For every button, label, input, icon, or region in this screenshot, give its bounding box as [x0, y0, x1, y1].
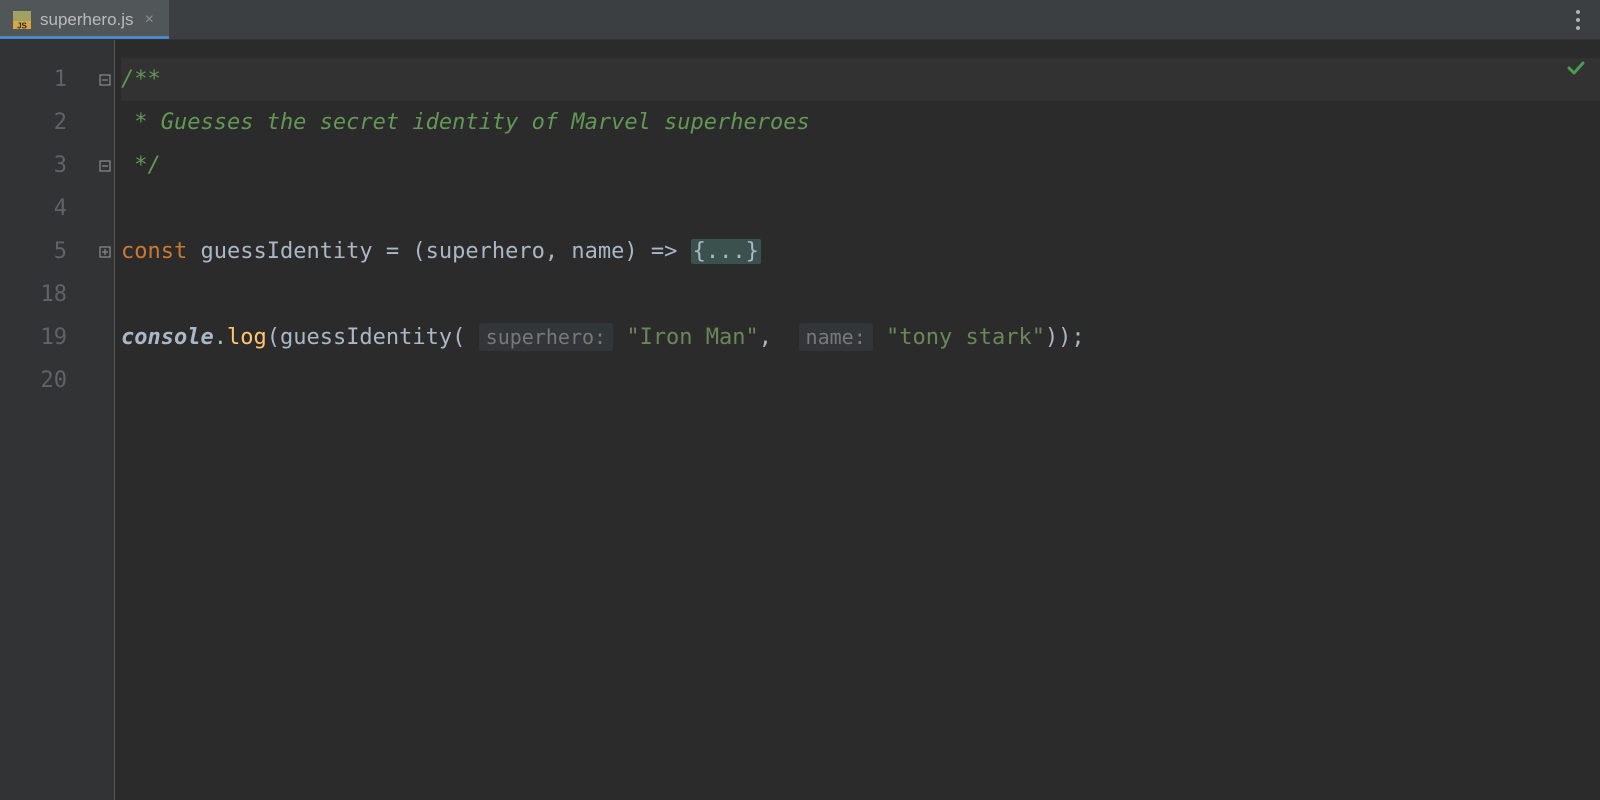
comment-text: /** — [121, 67, 161, 92]
param-hint: superhero: — [479, 323, 613, 351]
string-literal: "Iron Man" — [613, 325, 759, 350]
fold-collapse-icon[interactable] — [95, 58, 114, 101]
fold-gutter — [95, 40, 115, 800]
inspection-ok-icon[interactable] — [1566, 58, 1586, 84]
code-line: console.log(guessIdentity( superhero: "I… — [121, 316, 1600, 359]
operator: = — [386, 239, 413, 264]
code-line — [121, 359, 1600, 402]
line-number: 5 — [0, 230, 95, 273]
string-literal: "tony stark" — [873, 325, 1045, 350]
fold-spacer — [95, 187, 114, 230]
editor-pane: 1 2 3 4 5 18 19 20 /** * Guesses the sec… — [0, 40, 1600, 800]
line-number: 20 — [0, 359, 95, 402]
console-ref: console — [121, 325, 214, 350]
file-tab[interactable]: JS superhero.js × — [0, 0, 169, 39]
fold-expand-icon[interactable] — [95, 230, 114, 273]
param-hint: name: — [799, 323, 873, 351]
code-area[interactable]: /** * Guesses the secret identity of Mar… — [115, 40, 1600, 800]
tab-filename: superhero.js — [40, 10, 134, 30]
comment-text: * Guesses the secret identity of Marvel … — [121, 110, 810, 135]
call-close: )); — [1045, 325, 1085, 350]
line-number: 4 — [0, 187, 95, 230]
params: (superhero, name) — [412, 239, 650, 264]
code-line: * Guesses the secret identity of Marvel … — [121, 101, 1600, 144]
folded-region[interactable]: {...} — [691, 239, 761, 264]
line-number-gutter[interactable]: 1 2 3 4 5 18 19 20 — [0, 40, 95, 800]
line-number: 1 — [0, 58, 95, 101]
tab-bar: JS superhero.js × — [0, 0, 1600, 40]
method: log — [227, 325, 267, 350]
comment-text: */ — [121, 153, 161, 178]
code-line — [121, 273, 1600, 316]
js-file-icon: JS — [12, 10, 32, 30]
code-line: /** — [121, 58, 1600, 101]
code-line: const guessIdentity = (superhero, name) … — [121, 230, 1600, 273]
identifier: guessIdentity — [187, 239, 386, 264]
call-open: (guessIdentity( — [267, 325, 466, 350]
comma: , — [759, 325, 786, 350]
line-number: 19 — [0, 316, 95, 359]
code-line — [121, 187, 1600, 230]
keyword: const — [121, 239, 187, 264]
line-number: 2 — [0, 101, 95, 144]
tab-close-icon[interactable]: × — [142, 11, 157, 29]
svg-text:JS: JS — [17, 21, 27, 30]
fold-spacer — [95, 101, 114, 144]
line-number: 3 — [0, 144, 95, 187]
dot: . — [214, 325, 227, 350]
code-line: */ — [121, 144, 1600, 187]
arrow: => — [651, 239, 691, 264]
fold-end-icon[interactable] — [95, 144, 114, 187]
menu-icon[interactable] — [1570, 4, 1586, 36]
line-number: 18 — [0, 273, 95, 316]
